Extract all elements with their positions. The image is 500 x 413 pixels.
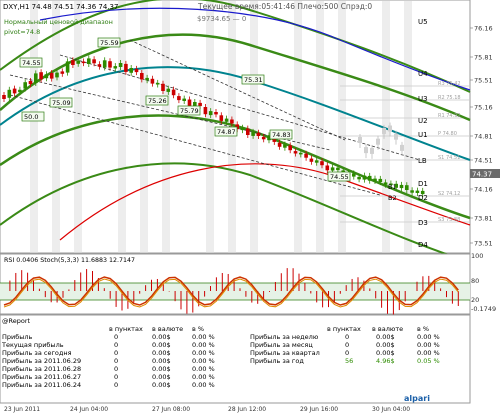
- price-box: 75.59: [97, 37, 121, 48]
- report-row-points: 0: [114, 381, 119, 389]
- level-label: U2: [418, 117, 428, 125]
- price-box-value: 50.0: [24, 113, 38, 121]
- level-label: D1: [418, 180, 428, 188]
- level-label: D2: [418, 194, 428, 202]
- pivot-title: Нормальный ценовой диапазон: [4, 18, 113, 26]
- oscillator-tick: 20: [471, 296, 479, 304]
- level-value: R2 75.18: [438, 95, 461, 101]
- price-tick: 75.16: [474, 104, 493, 112]
- price-box: 74.87: [214, 126, 238, 137]
- oscillator-axis: 100 80 20-0.1749: [471, 252, 496, 313]
- price-box: 74.55: [327, 171, 351, 182]
- report-header: @Report: [2, 317, 31, 325]
- report-row-money: 4.96$: [376, 357, 395, 365]
- terminal-window: 75.59 75.26 75.79 75.09 75.31 74.87 74.83 74.55…: [0, 0, 500, 413]
- price-box-value: 74.55: [22, 59, 41, 67]
- report-row-pct: 0.00 %: [192, 381, 215, 389]
- price-tick: 73.81: [474, 215, 493, 223]
- time-tick: 29 Jun 16:00: [300, 406, 338, 413]
- price-axis: 76.16 75.81 75.51 75.16 74.81 74.51 74.16 73.81…: [470, 25, 493, 248]
- time-tick: 28 Jun 12:00: [228, 406, 266, 413]
- report-table: @Report в пунктах в пунктах в валюте в валют…: [2, 317, 470, 404]
- price-box-value: 75.09: [52, 99, 71, 107]
- level-value: S3 73.88: [438, 217, 460, 223]
- price-box-value: 75.31: [244, 76, 263, 84]
- time-tick: 23 Jun 2011: [4, 406, 40, 413]
- price-tick: 74.51: [474, 157, 493, 165]
- level-label: U1: [418, 131, 428, 139]
- oscillator-tick: 80: [471, 277, 479, 285]
- time-tick: 30 Jun 04:00: [372, 406, 410, 413]
- price-tick: 74.81: [474, 133, 493, 141]
- level-label: U5: [418, 18, 428, 26]
- level-value: S1 74.51: [438, 155, 460, 161]
- price-box-value: 75.59: [100, 39, 119, 47]
- report-col-header: в пунктах: [327, 325, 361, 333]
- price-box-value: 74.87: [217, 128, 236, 136]
- level-label: D4: [418, 241, 428, 249]
- price-tick: 76.16: [474, 25, 493, 33]
- time-tick: 24 Jun 04:00: [70, 406, 108, 413]
- level-label-left: B2: [388, 194, 397, 202]
- price-tick: 73.51: [474, 240, 493, 248]
- pivot-value: pivot=74.8: [4, 28, 40, 36]
- price-box: 75.26: [145, 95, 169, 106]
- price-box-value: 75.26: [148, 97, 167, 105]
- price-box: 50.0: [21, 111, 45, 122]
- price-tick: 75.81: [474, 54, 493, 62]
- level-label-left: B1: [388, 183, 397, 191]
- price-box-value: 75.79: [180, 107, 199, 115]
- level-label: LB: [418, 157, 427, 165]
- oscillator-tick: 100: [471, 252, 483, 260]
- time-tick: 27 Jun 08:00: [152, 406, 190, 413]
- price-box: 75.79: [177, 105, 201, 116]
- current-price-value: 74.37: [472, 171, 492, 179]
- price-box: 74.83: [269, 129, 293, 140]
- broker-logo-text: alpari: [404, 394, 430, 403]
- report-row-label: Прибыль за год: [250, 357, 304, 365]
- broker-logo: alpari: [404, 394, 430, 403]
- oscillator-title: RSI 0.0406 Stoch(5,3,3) 11.6883 12.7147: [4, 257, 135, 264]
- level-label: D3: [418, 219, 428, 227]
- oscillator-tick: -0.1749: [471, 305, 496, 313]
- report-row-money: 0.00$: [152, 381, 171, 389]
- price-tick: 74.16: [474, 186, 493, 194]
- report-row-label: Прибыль за 2011.06.24: [2, 381, 82, 389]
- level-label: U4: [418, 70, 428, 78]
- balance-line: $9734.65 — 0: [197, 15, 246, 23]
- price-box: 75.31: [241, 74, 265, 85]
- report-row-points: 56: [345, 357, 354, 365]
- symbol-quote: DXY,H1 74.48 74.51 74.36 74.37: [3, 3, 118, 11]
- level-value: S2 74.12: [438, 191, 460, 197]
- level-value: R3 75.42: [438, 81, 461, 87]
- price-tick: 75.51: [474, 77, 493, 85]
- price-box: 75.09: [49, 97, 73, 108]
- price-box: 74.55: [19, 57, 43, 68]
- price-box-value: 74.83: [272, 131, 291, 139]
- level-value: P 74.80: [438, 131, 457, 137]
- report-row-pct: 0.05 %: [417, 357, 440, 365]
- level-value: R1 74.92: [438, 113, 461, 119]
- level-label: U3: [418, 95, 428, 103]
- server-time: Текущее время:05:41:46 Плечо:500 Спрэд:0: [197, 2, 372, 11]
- price-box-value: 74.55: [330, 173, 349, 181]
